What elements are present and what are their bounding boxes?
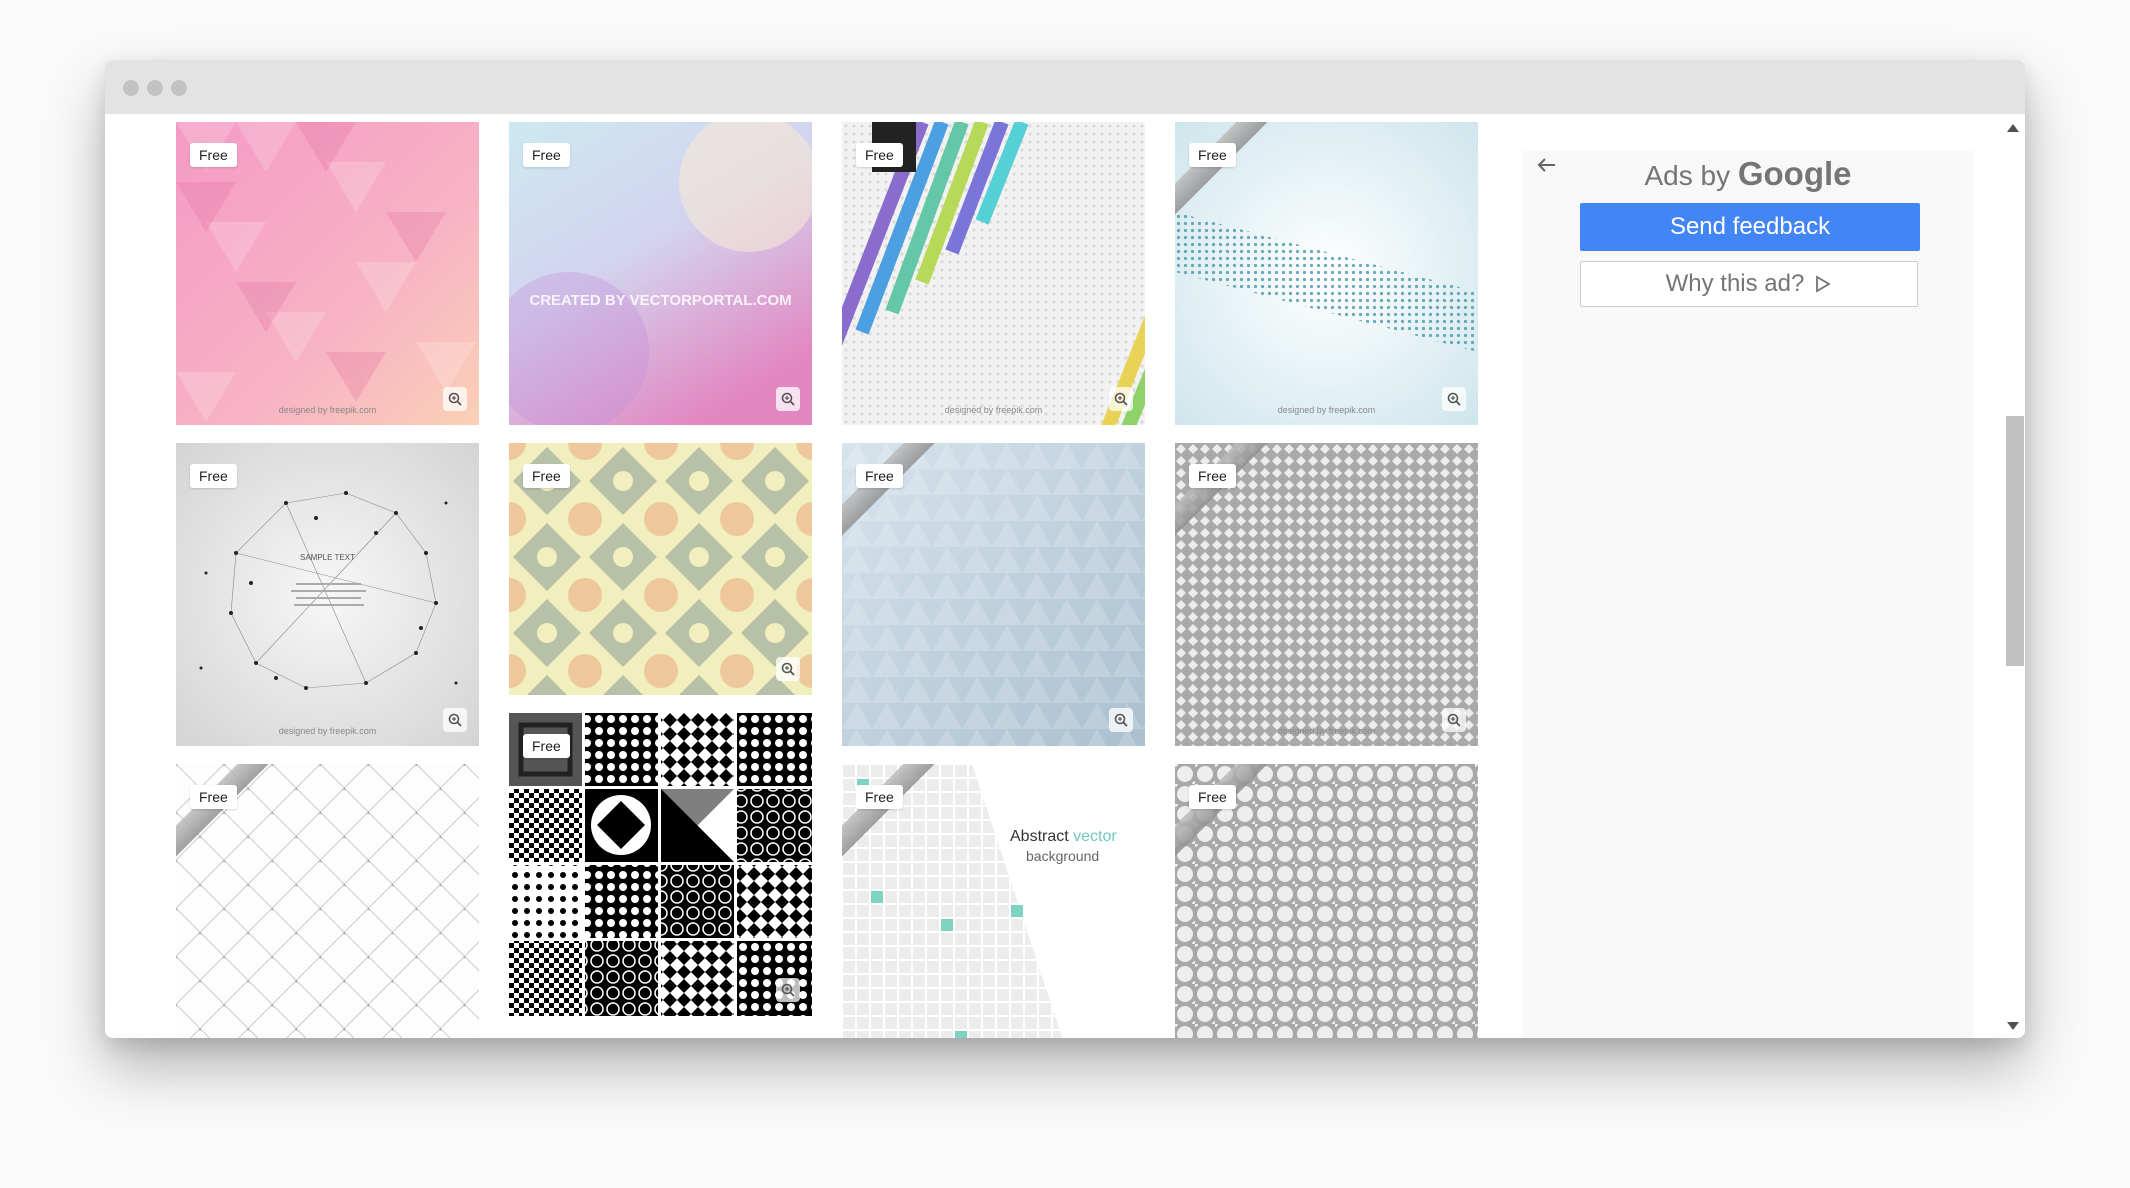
gallery-tile-abstract-squares[interactable]: Abstract vector background Free xyxy=(842,764,1145,1038)
free-badge: Free xyxy=(856,785,903,809)
scrollbar-thumb[interactable] xyxy=(2006,416,2024,666)
scroll-down-arrow-icon[interactable] xyxy=(2007,1022,2019,1030)
free-badge: Free xyxy=(1189,143,1236,167)
zoom-icon[interactable] xyxy=(1442,708,1466,732)
zoom-icon[interactable] xyxy=(1442,387,1466,411)
abstract-subtitle: background xyxy=(1026,848,1100,864)
black-white-patterns-image xyxy=(509,713,812,1016)
free-badge: Free xyxy=(856,143,903,167)
image-credit: designed by freepik.com xyxy=(278,405,377,415)
page-content: Free designed by freepik.com CREATED BY … xyxy=(105,114,2025,1038)
zoom-icon[interactable] xyxy=(1109,387,1133,411)
why-this-ad-button[interactable]: Why this ad? xyxy=(1580,261,1918,307)
gallery-tile-rainbow-stripes[interactable]: Free designed by freepik.com xyxy=(842,122,1145,425)
free-badge: Free xyxy=(523,143,570,167)
why-this-ad-label: Why this ad? xyxy=(1665,270,1805,297)
gallery-tile-grey-lattice[interactable]: Free designed by freepik.com xyxy=(1175,443,1478,746)
watermark-text: CREATED BY VECTORPORTAL.COM xyxy=(529,292,792,309)
free-badge: Free xyxy=(1189,785,1236,809)
title-bar xyxy=(105,60,2025,114)
free-badge: Free xyxy=(190,464,237,488)
gallery-tile-grey-circles[interactable]: Free xyxy=(1175,764,1478,1038)
zoom-icon[interactable] xyxy=(1109,708,1133,732)
vertical-scrollbar[interactable] xyxy=(2003,114,2025,1038)
image-credit: designed by freepik.com xyxy=(1277,405,1376,415)
free-badge: Free xyxy=(523,734,570,758)
zoom-icon[interactable] xyxy=(776,657,800,681)
pink-triangles-image xyxy=(176,122,479,425)
sample-text: SAMPLE TEXT xyxy=(300,553,355,562)
gallery-tile-pink-triangles[interactable]: Free designed by freepik.com xyxy=(176,122,479,425)
gallery-tile-teal-halftone[interactable]: Free designed by freepik.com xyxy=(1175,122,1478,425)
free-badge: Free xyxy=(523,464,570,488)
image-credit: designed by freepik.com xyxy=(1277,726,1376,736)
free-badge: Free xyxy=(1189,464,1236,488)
image-gallery: Free designed by freepik.com CREATED BY … xyxy=(176,122,1586,1038)
image-credit: designed by freepik.com xyxy=(944,405,1043,415)
zoom-icon[interactable] xyxy=(776,387,800,411)
ads-by-text: Ads by xyxy=(1644,160,1731,191)
rainbow-stripes-image xyxy=(842,122,1145,425)
abstract-title: Abstract xyxy=(1010,828,1069,845)
maximize-window-dot[interactable] xyxy=(171,80,187,96)
gallery-tile-polygon-network[interactable]: SAMPLE TEXT Free designed by freepik.com xyxy=(176,443,479,746)
ads-by-google-label: Ads by Google xyxy=(1523,155,1973,193)
gallery-tile-dotted-grid[interactable]: Free xyxy=(176,764,479,1038)
close-window-dot[interactable] xyxy=(123,80,139,96)
pastel-blur-image xyxy=(509,122,812,425)
gallery-tile-black-white-patterns[interactable]: Free xyxy=(509,713,812,1016)
gallery-tile-floral-pattern[interactable]: Free xyxy=(509,443,812,695)
minimize-window-dot[interactable] xyxy=(147,80,163,96)
free-badge: Free xyxy=(190,143,237,167)
adchoices-icon xyxy=(1816,275,1832,293)
polygon-network-image xyxy=(176,443,479,746)
send-feedback-button[interactable]: Send feedback xyxy=(1580,203,1920,251)
google-logo-text: Google xyxy=(1737,155,1852,192)
free-badge: Free xyxy=(190,785,237,809)
gallery-tile-pastel-blur[interactable]: CREATED BY VECTORPORTAL.COM Free xyxy=(509,122,812,425)
zoom-icon[interactable] xyxy=(443,387,467,411)
gallery-tile-blue-triangles[interactable]: Free xyxy=(842,443,1145,746)
image-credit: designed by freepik.com xyxy=(278,726,377,736)
ads-panel: Ads by Google Send feedback Why this ad? xyxy=(1523,151,1973,1038)
zoom-icon[interactable] xyxy=(443,708,467,732)
browser-window: Free designed by freepik.com CREATED BY … xyxy=(105,60,2025,1038)
abstract-title-accent: vector xyxy=(1073,828,1117,845)
free-badge: Free xyxy=(856,464,903,488)
scroll-up-arrow-icon[interactable] xyxy=(2007,124,2019,132)
zoom-icon[interactable] xyxy=(776,978,800,1002)
